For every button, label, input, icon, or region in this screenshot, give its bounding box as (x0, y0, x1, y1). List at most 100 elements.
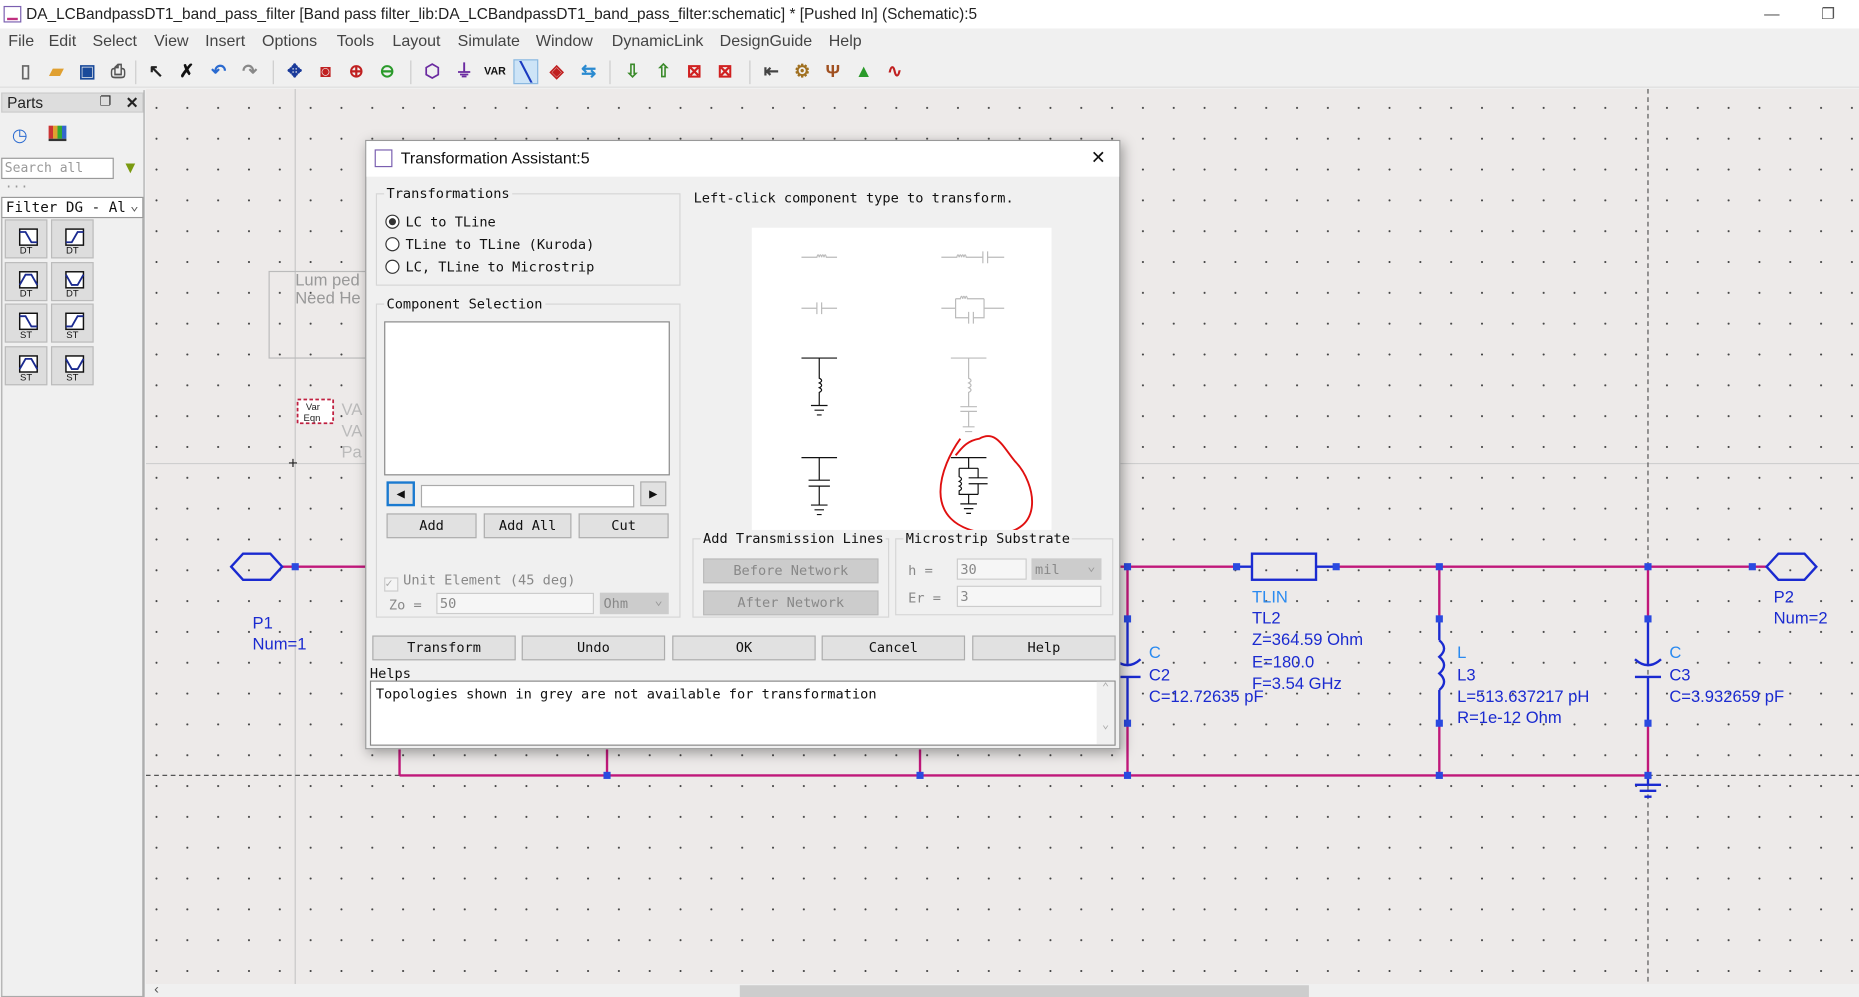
var-eqn-component[interactable]: Var Eqn (296, 398, 335, 425)
previous-component-button[interactable]: ◀ (386, 481, 415, 507)
scroll-down-icon[interactable]: ⌄ (1097, 718, 1115, 731)
push-into-icon[interactable]: ⇩ (620, 59, 645, 84)
menu-help[interactable]: Help (829, 32, 862, 50)
before-network-button[interactable]: Before Network (703, 558, 879, 584)
zoom-in-icon[interactable]: ⊕ (344, 59, 369, 84)
next-component-button[interactable]: ▶ (640, 481, 667, 507)
zoom-out-icon[interactable]: ⊖ (375, 59, 400, 84)
parts-search-input[interactable]: Search all ··· (1, 157, 114, 194)
port-p2-symbol[interactable] (1764, 552, 1818, 581)
transformations-label: Transformations (384, 184, 513, 202)
menu-view[interactable]: View (154, 32, 188, 50)
radio-option-0[interactable]: LC to TLine (385, 213, 496, 230)
horizontal-scrollbar[interactable]: ‹ (145, 980, 1859, 997)
menu-options[interactable]: Options (262, 32, 317, 50)
part-tile-bandstop-dt[interactable]: DT (50, 261, 94, 301)
ok-button[interactable]: OK (672, 635, 816, 661)
history-clock-icon[interactable]: ◷ (12, 124, 28, 146)
unit-element-checkbox[interactable]: ✓ Unit Element (45 deg) (384, 571, 575, 592)
menu-edit[interactable]: Edit (49, 32, 77, 50)
scrollbar-thumb[interactable] (739, 985, 1309, 997)
menu-insert[interactable]: Insert (205, 32, 245, 50)
short-icon[interactable]: ⊠ (713, 59, 738, 84)
zo-input[interactable]: 50 (436, 592, 594, 615)
pin-node (1435, 771, 1443, 779)
port-p1-symbol[interactable] (229, 552, 284, 581)
after-network-button[interactable]: After Network (703, 590, 879, 616)
radio-button-icon[interactable] (385, 214, 400, 229)
part-tile-highpass-dt[interactable]: DT (50, 219, 94, 259)
radio-button-icon[interactable] (385, 259, 400, 274)
menu-window[interactable]: Window (536, 32, 593, 50)
var-icon[interactable]: VAR (483, 59, 508, 84)
cancel-button[interactable]: Cancel (821, 635, 966, 661)
part-tile-lowpass-dt[interactable]: DT (4, 219, 48, 259)
menu-tools[interactable]: Tools (337, 32, 374, 50)
part-tile-lowpass-st[interactable]: ST (4, 303, 48, 343)
filter-funnel-icon[interactable]: ▼ (122, 158, 138, 177)
library-books-icon[interactable] (48, 125, 67, 142)
radio-option-2[interactable]: LC, TLine to Microstrip (385, 258, 594, 275)
part-tile-bandpass-st[interactable]: ST (4, 345, 48, 385)
generate-layout-icon[interactable]: ⇤ (759, 59, 784, 84)
tuning-icon[interactable]: ⚙ (790, 59, 815, 84)
zoom-area-icon[interactable]: ◙ (313, 59, 338, 84)
menu-designguide[interactable]: DesignGuide (720, 32, 813, 50)
minimize-button[interactable]: — (1764, 0, 1779, 28)
library-dropdown[interactable]: Filter DG - All ⌄ (1, 196, 144, 219)
tlin-tl2-symbol[interactable] (1250, 552, 1318, 581)
close-panel-icon[interactable]: ✕ (126, 94, 139, 112)
restore-button[interactable]: ❐ (1821, 0, 1835, 28)
component-nav-field[interactable] (420, 484, 635, 508)
name-icon[interactable]: ◈ (544, 59, 569, 84)
scroll-up-icon[interactable]: ⌃ (1097, 682, 1115, 695)
menu-simulate[interactable]: Simulate (458, 32, 520, 50)
port-icon[interactable]: ⬡ (420, 59, 445, 84)
inductor-l3-symbol[interactable] (1437, 618, 1446, 724)
float-panel-icon[interactable]: ❐ (100, 94, 112, 112)
print-icon[interactable]: ⎙ (106, 59, 131, 84)
helps-scrollbar[interactable]: ⌃ ⌄ (1096, 681, 1115, 745)
select-pointer-icon[interactable]: ↖ (143, 59, 168, 84)
helps-textarea[interactable]: Topologies shown in grey are not availab… (369, 680, 1116, 746)
radio-button-icon[interactable] (385, 237, 400, 252)
part-tile-bandpass-dt[interactable]: DT (4, 261, 48, 301)
part-tile-highpass-st[interactable]: ST (50, 303, 94, 343)
undo-icon[interactable]: ↶ (206, 59, 231, 84)
part-tile-bandstop-st[interactable]: ST (50, 345, 94, 385)
wire-icon[interactable]: ╲ (513, 59, 539, 85)
menu-layout[interactable]: Layout (392, 32, 440, 50)
add-button[interactable]: Add (386, 513, 477, 539)
pin-icon[interactable]: ⇆ (576, 59, 601, 84)
new-file-icon[interactable]: ▯ (13, 59, 38, 84)
save-icon[interactable]: ▣ (75, 59, 100, 84)
ground-icon[interactable]: ⏚ (452, 59, 477, 84)
delete-icon[interactable]: ✗ (174, 59, 199, 84)
redo-icon[interactable]: ↷ (237, 59, 262, 84)
h-input[interactable]: 30 (956, 558, 1027, 580)
transform-button[interactable]: Transform (372, 635, 516, 661)
cut-button[interactable]: Cut (578, 513, 669, 539)
menu-dynamiclink[interactable]: DynamicLink (612, 32, 704, 50)
menu-select[interactable]: Select (92, 32, 136, 50)
er-input[interactable]: 3 (956, 585, 1102, 608)
add-all-button[interactable]: Add All (483, 513, 572, 539)
component-list[interactable] (384, 321, 670, 476)
zo-unit-select[interactable]: Ohm (599, 590, 669, 615)
simulate-icon[interactable]: ▲ (851, 59, 876, 84)
scroll-left-icon[interactable]: ‹ (154, 980, 159, 997)
search-options-button[interactable]: ··· (5, 179, 29, 194)
tune-icon[interactable]: Ψ (820, 59, 845, 84)
h-unit-select[interactable]: mil (1031, 556, 1102, 580)
menu-file[interactable]: File (8, 32, 34, 50)
dialog-close-button[interactable]: ✕ (1091, 141, 1106, 177)
move-icon[interactable]: ✥ (282, 59, 307, 84)
undo-button[interactable]: Undo (521, 635, 666, 661)
pin-node (291, 563, 299, 571)
open-folder-icon[interactable]: ▰ (44, 59, 69, 84)
help-button[interactable]: Help (972, 635, 1116, 661)
data-display-icon[interactable]: ∿ (882, 59, 907, 84)
radio-option-1[interactable]: TLine to TLine (Kuroda) (385, 236, 594, 253)
pop-out-icon[interactable]: ⇧ (651, 59, 676, 84)
deactivate-icon[interactable]: ⊠ (682, 59, 707, 84)
